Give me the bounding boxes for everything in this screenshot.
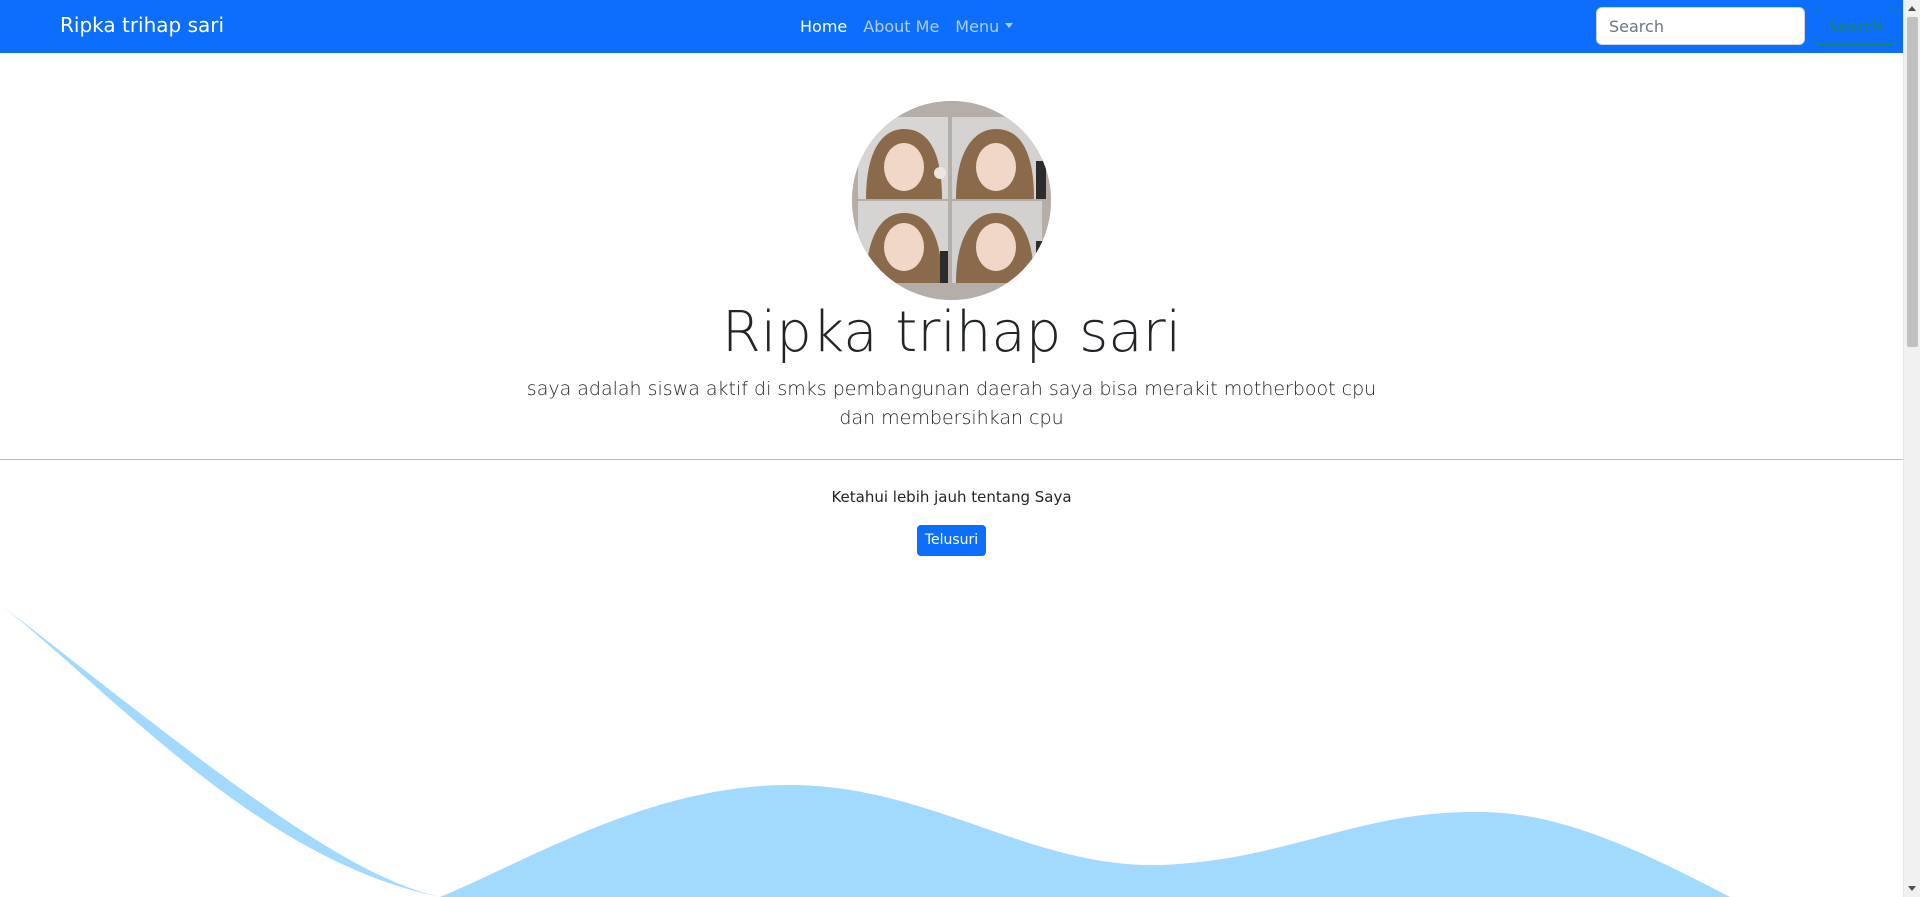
search-input[interactable] — [1596, 7, 1805, 45]
navbar: Ripka trihap sari Home About Me Menu Sea… — [0, 0, 1903, 53]
about-section: Ketahui lebih jauh tentang Saya Telusuri — [0, 485, 1903, 556]
vertical-scrollbar[interactable] — [1903, 0, 1920, 897]
wave-shape — [0, 604, 1730, 897]
search-form: Search — [1596, 7, 1896, 45]
photo-tile — [858, 117, 948, 199]
page: Ripka trihap sari Home About Me Menu Sea… — [0, 0, 1920, 897]
search-button[interactable]: Search — [1815, 7, 1896, 45]
nav-link-home[interactable]: Home — [800, 17, 847, 36]
page-title: Ripka trihap sari — [721, 300, 1182, 365]
nav-link-menu-dropdown[interactable]: Menu — [955, 17, 1014, 36]
telusuri-button[interactable]: Telusuri — [916, 525, 987, 556]
scroll-down-icon[interactable] — [1908, 886, 1916, 891]
nav-links: Home About Me Menu — [800, 0, 1014, 53]
nav-link-about-me[interactable]: About Me — [863, 17, 939, 36]
profile-avatar — [852, 101, 1051, 300]
caret-down-icon — [1005, 23, 1014, 28]
profile-photo-icon — [852, 101, 1051, 300]
about-text: Ketahui lebih jauh tentang Saya — [831, 488, 1072, 506]
nav-link-menu-label: Menu — [955, 17, 1000, 36]
hero-section: Ripka trihap sari saya adalah siswa akti… — [0, 53, 1903, 460]
scroll-up-icon[interactable] — [1908, 6, 1916, 11]
navbar-brand[interactable]: Ripka trihap sari — [60, 0, 224, 53]
scrollbar-thumb[interactable] — [1907, 17, 1918, 347]
hero-lead-text: saya adalah siswa aktif di smks pembangu… — [526, 378, 1377, 430]
